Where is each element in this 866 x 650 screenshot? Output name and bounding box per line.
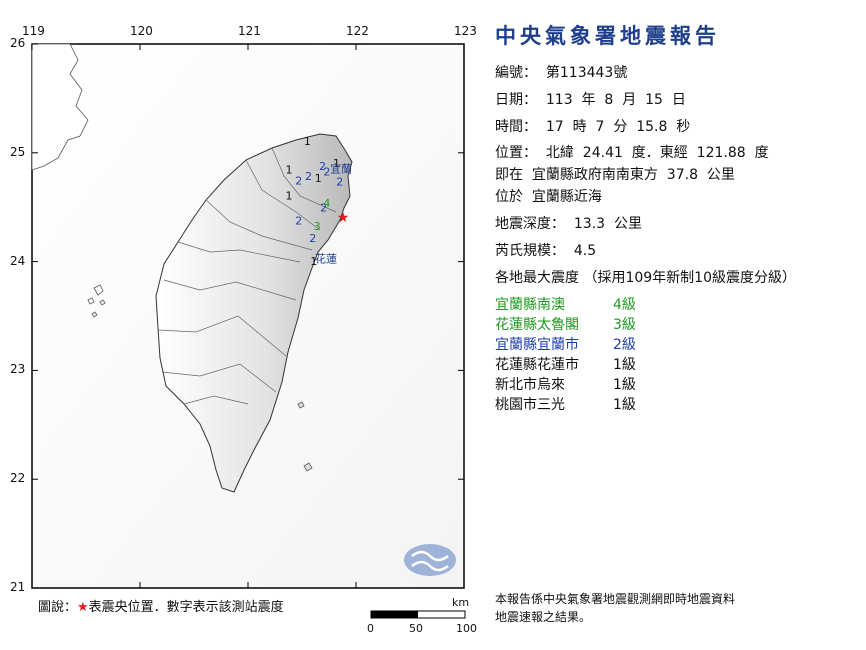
intensity-row: 宜蘭縣南澳 4級 bbox=[495, 294, 636, 314]
intensity-place: 新北市烏來 bbox=[495, 377, 565, 393]
report-depth: 地震深度： 13.3 公里 bbox=[495, 216, 642, 232]
station-intensity: 1 bbox=[286, 163, 293, 176]
lat-tick-label: 22 bbox=[10, 471, 26, 486]
earthquake-report: 中央氣象署地震報告 編號： 第113443號 日期： 113 年 8 月 15 … bbox=[487, 0, 866, 650]
legend-prefix: 圖說： bbox=[38, 600, 78, 615]
lat-tick-label: 26 bbox=[10, 36, 26, 50]
cwa-logo bbox=[404, 544, 456, 576]
report-time: 時間： 17 時 7 分 15.8 秒 bbox=[495, 119, 691, 135]
intensity-row: 桃園市三光 1級 bbox=[495, 394, 636, 414]
legend-text: 表震央位置．數字表示該測站震度 bbox=[88, 600, 284, 615]
report-magnitude: 芮氏規模： 4.5 bbox=[495, 243, 597, 259]
station-intensity: 4 bbox=[323, 197, 330, 210]
lon-tick-label: 123 bbox=[454, 24, 477, 38]
intensity-place: 花蓮縣花蓮市 bbox=[495, 357, 579, 373]
footnote-line-2: 地震速報之結果。 bbox=[495, 610, 592, 624]
station-intensity: 2 bbox=[295, 174, 302, 187]
scale-label-100: 100 bbox=[456, 622, 477, 635]
report-date: 日期： 113 年 8 月 15 日 bbox=[495, 92, 686, 108]
intensity-level: 1級 bbox=[613, 377, 636, 393]
report-title: 中央氣象署地震報告 bbox=[495, 24, 720, 48]
lon-tick-label: 122 bbox=[346, 24, 369, 38]
station-intensity: 2 bbox=[295, 215, 302, 228]
lon-tick-label: 120 bbox=[130, 24, 153, 38]
report-located: 位於 宜蘭縣近海 bbox=[495, 189, 602, 205]
station-intensity: 2 bbox=[309, 232, 316, 245]
report-position: 位置： 北緯 24.41 度．東經 121.88 度 bbox=[495, 145, 769, 161]
intensity-place: 花蓮縣太魯閣 bbox=[495, 317, 579, 333]
report-relative-location: 即在 宜蘭縣政府南南東方 37.8 公里 bbox=[495, 167, 735, 183]
report-number: 編號： 第113443號 bbox=[495, 65, 628, 81]
intensity-level: 1級 bbox=[613, 397, 636, 413]
intensity-row: 花蓮縣花蓮市 1級 bbox=[495, 354, 636, 374]
intensity-place: 宜蘭縣宜蘭市 bbox=[495, 337, 579, 353]
station-intensity: 1 bbox=[304, 135, 311, 148]
scale-label-50: 50 bbox=[409, 622, 423, 635]
legend-star-icon: ★ bbox=[77, 600, 89, 615]
intensity-row: 新北市烏來 1級 bbox=[495, 374, 636, 394]
place-label: 宜蘭 bbox=[330, 161, 352, 175]
seismic-map: 1111112222 222234宜蘭花蓮 ★ bbox=[31, 43, 466, 619]
station-intensity: 3 bbox=[314, 220, 321, 233]
scale-bar bbox=[370, 610, 466, 619]
lat-tick-label: 25 bbox=[10, 144, 26, 159]
station-intensity: 2 bbox=[305, 170, 312, 183]
station-intensity: 2 bbox=[336, 175, 343, 188]
intensity-row: 宜蘭縣宜蘭市 2級 bbox=[495, 334, 636, 354]
intensity-row: 花蓮縣太魯閣 3級 bbox=[495, 314, 636, 334]
place-label: 花蓮 bbox=[315, 252, 337, 266]
intensity-header: 各地最大震度 （採用109年新制10級震度分級） bbox=[495, 270, 796, 286]
station-intensity: 1 bbox=[286, 190, 293, 203]
intensity-level: 1級 bbox=[613, 357, 636, 373]
lat-tick-label: 24 bbox=[10, 253, 26, 268]
footnote-line-1: 本報告係中央氣象署地震觀測網即時地震資料 bbox=[495, 592, 736, 606]
intensity-level: 2級 bbox=[613, 337, 636, 353]
map-legend: 圖說：★表震央位置．數字表示該測站震度 bbox=[38, 596, 284, 615]
lon-tick-label: 121 bbox=[238, 24, 261, 38]
intensity-level: 4級 bbox=[613, 297, 636, 313]
lat-tick-label: 23 bbox=[10, 362, 26, 377]
lat-tick-label: 21 bbox=[10, 580, 26, 594]
scale-unit: km bbox=[452, 596, 470, 609]
intensity-place: 宜蘭縣南澳 bbox=[495, 297, 565, 313]
lon-tick-label: 119 bbox=[22, 24, 45, 38]
map-panel: 1 1 1 1 1 1 2 2 2 2 2 2 2 2 3 4 宜蘭 花蓮 ★ 119 120 121 122 123 2… bbox=[0, 0, 480, 650]
intensity-place: 桃園市三光 bbox=[495, 397, 565, 413]
station-intensity: 1 bbox=[315, 172, 322, 185]
intensity-level: 3級 bbox=[613, 317, 636, 333]
scale-label-0: 0 bbox=[367, 622, 374, 635]
epicenter-star: ★ bbox=[337, 210, 350, 226]
